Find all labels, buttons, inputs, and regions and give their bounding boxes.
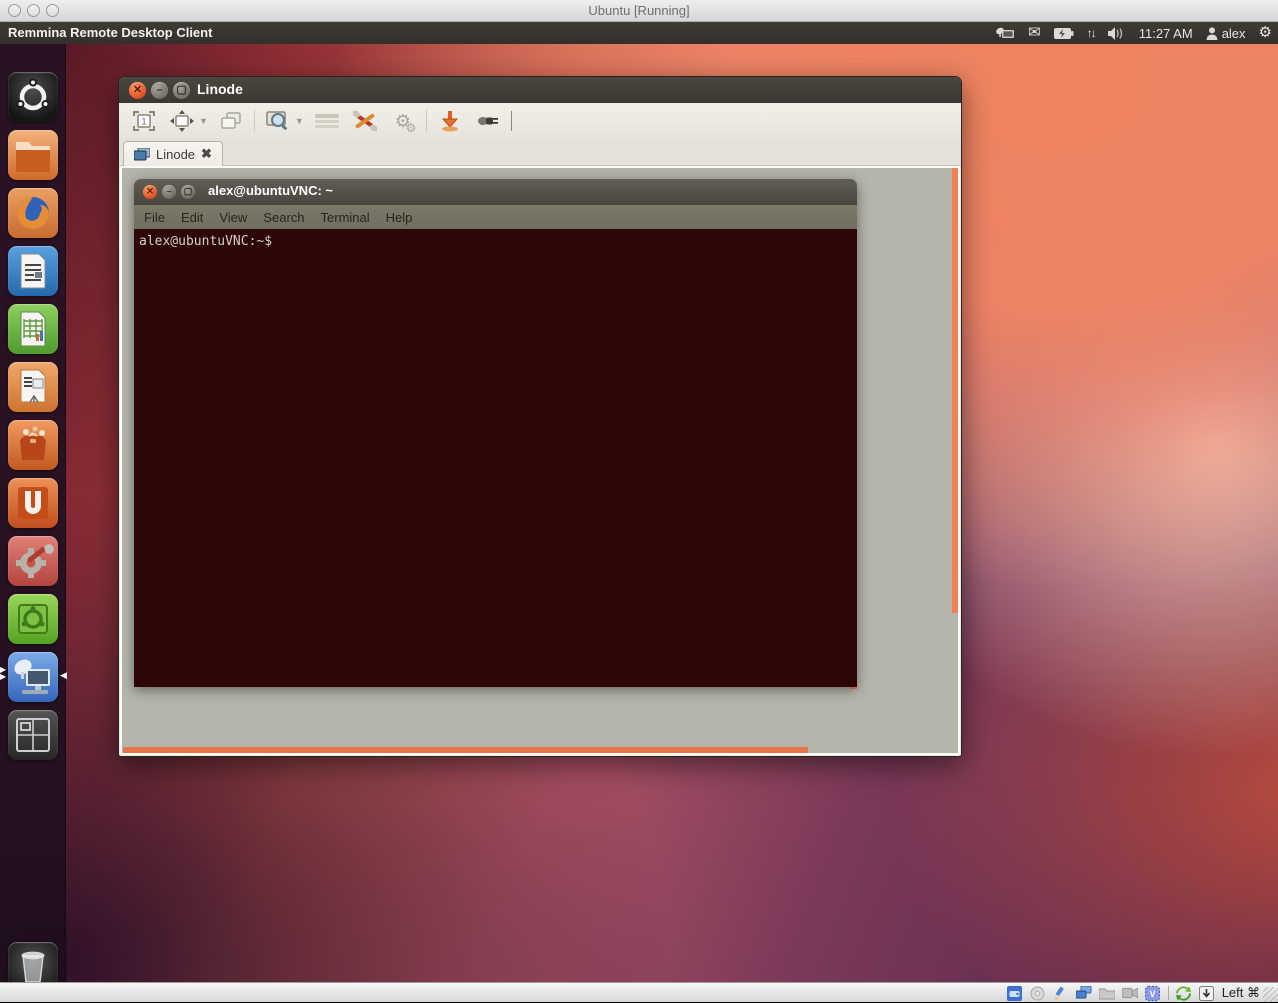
tab-close-icon[interactable]: ✖ [201, 146, 212, 162]
duplicate-icon[interactable] [216, 108, 246, 134]
menu-terminal[interactable]: Terminal [321, 210, 370, 225]
tab-linode[interactable]: Linode ✖ [123, 141, 223, 166]
shell-prompt: alex@ubuntuVNC:~$ [139, 234, 272, 249]
tab-connection-icon [134, 148, 150, 161]
mac-titlebar: Ubuntu [Running] [0, 0, 1278, 22]
system-settings-icon[interactable] [8, 536, 58, 586]
libreoffice-calc-icon[interactable] [8, 304, 58, 354]
window-minimize-button[interactable]: – [151, 82, 168, 99]
window-maximize-button[interactable]: ▢ [173, 82, 190, 99]
zoom-icon[interactable] [263, 108, 293, 134]
libreoffice-writer-icon[interactable] [8, 246, 58, 296]
files-folder-icon[interactable] [8, 130, 58, 180]
software-updater-icon[interactable] [8, 594, 58, 644]
menu-edit[interactable]: Edit [181, 210, 203, 225]
menu-view[interactable]: View [219, 210, 247, 225]
firefox-icon[interactable] [8, 188, 58, 238]
svg-text:V: V [1150, 989, 1156, 999]
software-center-icon[interactable] [8, 420, 58, 470]
virtualbox-host-window: Ubuntu [Running] Remmina Remote Desktop … [0, 0, 1278, 1002]
ubuntu-one-icon[interactable] [8, 478, 58, 528]
trash-icon[interactable] [8, 942, 58, 982]
remmina-titlebar[interactable]: ✕ – ▢ Linode [119, 77, 961, 103]
terminal-minimize-button[interactable]: – [162, 185, 176, 199]
remmina-toolbar: 1 ▼ [119, 103, 961, 138]
keyboard-grab-icon[interactable] [312, 108, 342, 134]
ubuntu-top-panel: Remmina Remote Desktop Client ✉ [0, 22, 1278, 44]
host-key-label: Left ⌘ [1222, 985, 1260, 1001]
svg-text:⚙: ⚙ [405, 121, 415, 133]
vm-display: Remmina Remote Desktop Client ✉ [0, 22, 1278, 982]
remmina-window: ✕ – ▢ Linode 1 [118, 76, 962, 757]
optical-disc-icon[interactable] [1030, 985, 1046, 1001]
disconnect-plug-icon[interactable] [473, 108, 503, 134]
terminal-close-button[interactable]: ✕ [143, 185, 157, 199]
user-name: alex [1222, 26, 1246, 41]
remote-desktop-view[interactable]: ✕ – ▢ alex@ubuntuVNC: ~ File Edit View S… [120, 166, 960, 755]
terminal-menubar: File Edit View Search Terminal Help [134, 205, 857, 229]
preferences-gears-icon[interactable]: ⚙ ⚙ [388, 108, 418, 134]
clock[interactable]: 11:27 AM [1139, 22, 1193, 44]
menu-search[interactable]: Search [263, 210, 304, 225]
remmina-window-title: Linode [197, 81, 243, 97]
remmina-icon[interactable] [8, 652, 58, 702]
fullscreen-icon[interactable]: 1 [129, 108, 159, 134]
tab-label: Linode [156, 147, 195, 162]
vnc-artifact-strip [952, 168, 958, 613]
harddisk-icon[interactable] [1007, 985, 1023, 1001]
shared-folder-icon[interactable] [1099, 985, 1115, 1001]
menu-help[interactable]: Help [386, 210, 413, 225]
terminal-title: alex@ubuntuVNC: ~ [208, 183, 333, 198]
keyboard-capture-icon[interactable] [1199, 985, 1215, 1001]
scale-dropdown-icon[interactable]: ▼ [199, 116, 208, 126]
battery-icon[interactable] [1054, 22, 1074, 44]
mouse-integration-icon[interactable] [1176, 985, 1192, 1001]
remmina-focus-indicator: ◀ [60, 670, 67, 681]
remmina-running-indicator: ▶▶ [0, 666, 6, 680]
zoom-dropdown-icon[interactable]: ▼ [295, 116, 304, 126]
terminal-window: ✕ – ▢ alex@ubuntuVNC: ~ File Edit View S… [134, 179, 857, 687]
user-icon [1206, 27, 1218, 40]
virtualization-badge-icon[interactable]: V [1145, 985, 1161, 1001]
tools-icon[interactable] [350, 108, 380, 134]
network-updown-icon[interactable]: ↑↓ [1087, 22, 1095, 44]
workspace-switcher-icon[interactable] [8, 710, 58, 760]
remmina-tab-bar: Linode ✖ [119, 138, 961, 166]
menu-file[interactable]: File [144, 210, 165, 225]
vnc-artifact-strip [123, 747, 808, 753]
host-window-title: Ubuntu [Running] [0, 3, 1278, 18]
user-menu[interactable]: alex [1206, 22, 1246, 44]
unity-launcher: ▶▶ ◀ [0, 44, 66, 982]
toolbar-caret [511, 111, 512, 131]
terminal-screen[interactable]: alex@ubuntuVNC:~$ [134, 229, 857, 687]
virtualbox-statusbar: V Left ⌘ [0, 982, 1278, 1002]
screenshot-download-icon[interactable] [435, 108, 465, 134]
svg-text:1: 1 [141, 116, 146, 126]
mail-icon[interactable]: ✉ [1028, 22, 1041, 44]
terminal-maximize-button[interactable]: ▢ [181, 185, 195, 199]
video-capture-icon[interactable] [1122, 985, 1138, 1001]
scale-icon[interactable] [167, 108, 197, 134]
terminal-titlebar[interactable]: ✕ – ▢ alex@ubuntuVNC: ~ [134, 179, 857, 205]
dash-home-icon[interactable] [8, 72, 58, 122]
resize-grip[interactable] [1263, 987, 1278, 1002]
active-app-title: Remmina Remote Desktop Client [8, 25, 212, 40]
volume-icon[interactable] [1108, 22, 1126, 44]
remote-desktop-indicator-icon[interactable] [995, 22, 1015, 44]
session-gear-icon[interactable]: ⚙ [1259, 22, 1272, 44]
libreoffice-impress-icon[interactable] [8, 362, 58, 412]
window-close-button[interactable]: ✕ [129, 82, 146, 99]
network-displays-icon[interactable] [1076, 985, 1092, 1001]
audio-pen-icon[interactable] [1053, 985, 1069, 1001]
